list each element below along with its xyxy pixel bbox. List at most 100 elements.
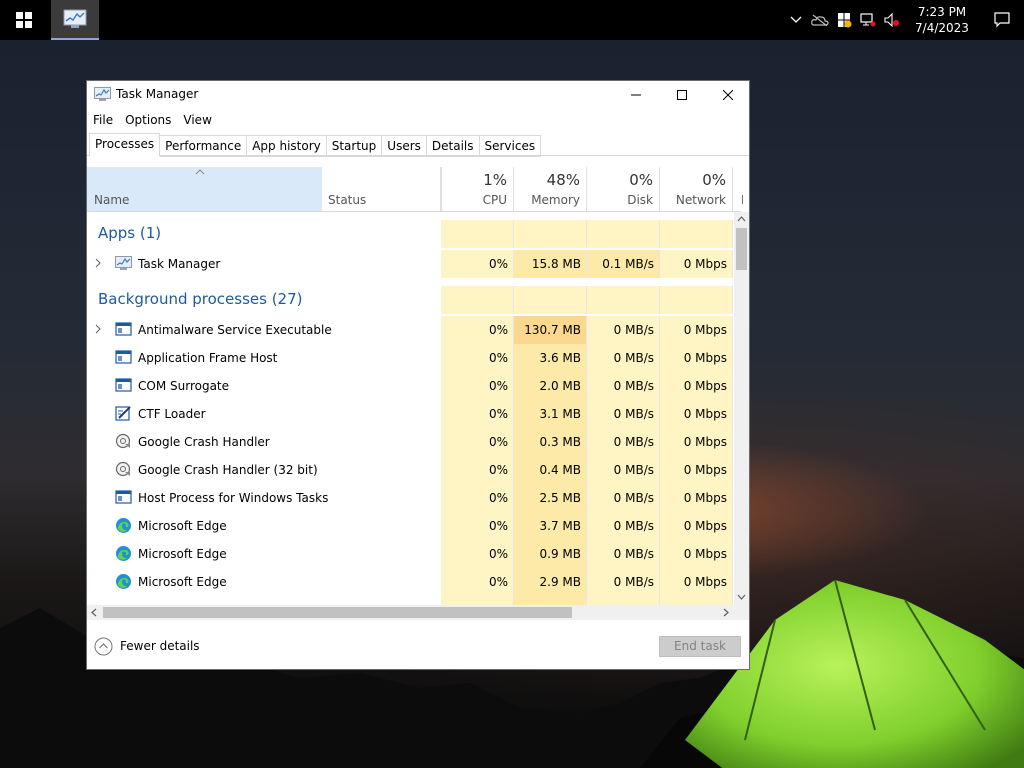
onedrive-icon[interactable] — [808, 0, 832, 40]
menu-options[interactable]: Options — [119, 109, 177, 131]
minimize-button[interactable] — [613, 81, 659, 109]
cpu-cell: 0% — [441, 316, 514, 344]
memory-cell — [514, 286, 587, 314]
process-list: Apps (1) Task Manager 0% 15.8 MB 0.1 MB/… — [87, 212, 734, 605]
menu-bar: File Options View — [87, 109, 218, 131]
process-row[interactable] — [87, 596, 734, 605]
cpu-value: 0% — [488, 519, 508, 533]
vertical-scroll-thumb[interactable] — [736, 228, 747, 270]
network-value: 0 Mbps — [683, 351, 727, 365]
memory-cell: 130.7 MB — [514, 316, 587, 344]
group-header-background[interactable]: Background processes (27) — [87, 286, 734, 314]
vertical-scrollbar[interactable] — [734, 212, 749, 605]
process-name: Microsoft Edge — [138, 547, 227, 561]
sort-ascending-icon — [195, 169, 205, 175]
column-header-name[interactable]: Name — [87, 167, 322, 211]
cpu-value: 0% — [488, 351, 508, 365]
network-icon[interactable] — [856, 0, 880, 40]
tab-performance[interactable]: Performance — [160, 135, 248, 157]
tab-processes[interactable]: Processes — [89, 133, 161, 157]
end-task-button[interactable]: End task — [659, 636, 741, 657]
tab-users[interactable]: Users — [382, 135, 427, 157]
process-row[interactable]: Antimalware Service Executable 0% 130.7 … — [87, 316, 734, 344]
volume-muted-icon[interactable] — [880, 0, 904, 40]
process-row[interactable]: CTF Loader 0% 3.1 MB 0 MB/s 0 Mbps — [87, 400, 734, 428]
process-row[interactable]: Microsoft Edge 0% 0.9 MB 0 MB/s 0 Mbps — [87, 540, 734, 568]
disk-value: 0 MB/s — [613, 463, 654, 477]
scroll-left-icon[interactable] — [91, 608, 97, 617]
show-hidden-icons-button[interactable] — [784, 0, 808, 40]
process-row[interactable]: Microsoft Edge 0% 3.7 MB 0 MB/s 0 Mbps — [87, 512, 734, 540]
menu-view[interactable]: View — [177, 109, 217, 131]
edge-icon — [116, 574, 131, 589]
process-row[interactable]: Host Process for Windows Tasks 0% 2.5 MB… — [87, 484, 734, 512]
network-value: 0 Mbps — [683, 491, 727, 505]
disk-value: 0.1 MB/s — [602, 257, 654, 271]
process-row[interactable]: Google Crash Handler (32 bit) 0% 0.4 MB … — [87, 456, 734, 484]
network-total-percent: 0% — [702, 171, 726, 189]
disk-cell: 0.1 MB/s — [587, 250, 660, 278]
column-header-cpu[interactable]: 1% CPU — [441, 167, 514, 211]
taskbar-task-manager[interactable] — [51, 0, 99, 40]
process-row[interactable]: Google Crash Handler 0% 0.3 MB 0 MB/s 0 … — [87, 428, 734, 456]
network-value: 0 Mbps — [683, 463, 727, 477]
tab-details[interactable]: Details — [426, 135, 480, 157]
fewer-details-chevron-icon[interactable] — [94, 637, 113, 656]
memory-value: 3.6 MB — [539, 351, 581, 365]
network-cell — [660, 220, 733, 248]
disk-cell: 0 MB/s — [587, 344, 660, 372]
column-header-network[interactable]: 0% Network — [660, 167, 733, 211]
clock[interactable]: 7:23 PM 7/4/2023 — [904, 4, 980, 36]
cpu-cell — [441, 596, 514, 605]
maximize-button[interactable] — [659, 81, 705, 109]
memory-cell: 0.3 MB — [514, 428, 587, 456]
disk-value: 0 MB/s — [613, 435, 654, 449]
menu-file[interactable]: File — [87, 109, 119, 131]
scroll-right-icon[interactable] — [723, 608, 729, 617]
memory-total-percent: 48% — [546, 171, 580, 189]
process-row[interactable]: Task Manager 0% 15.8 MB 0.1 MB/s 0 Mbps — [87, 250, 734, 278]
title-bar[interactable]: Task Manager — [87, 81, 749, 109]
group-title-background: Background processes (27) — [98, 290, 303, 308]
tab-app-history[interactable]: App history — [247, 135, 327, 157]
column-header-memory[interactable]: 48% Memory — [514, 167, 587, 211]
disk-cell: 0 MB/s — [587, 568, 660, 596]
expand-chevron-icon[interactable] — [95, 324, 101, 334]
cpu-cell — [441, 220, 514, 248]
start-button[interactable] — [0, 0, 48, 40]
disk-value: 0 MB/s — [613, 575, 654, 589]
chevron-up-icon — [790, 16, 802, 23]
column-label-name: Name — [94, 193, 130, 207]
scroll-up-icon[interactable] — [737, 216, 746, 222]
disk-total-percent: 0% — [629, 171, 653, 189]
memory-cell: 0.4 MB — [514, 456, 587, 484]
memory-value: 130.7 MB — [524, 323, 581, 337]
network-cell: 0 Mbps — [660, 344, 733, 372]
process-row[interactable]: Microsoft Edge 0% 2.9 MB 0 MB/s 0 Mbps — [87, 568, 734, 596]
clock-time: 7:23 PM — [917, 5, 967, 19]
disk-cell — [587, 596, 660, 605]
expand-chevron-icon[interactable] — [95, 258, 101, 268]
fewer-details-link[interactable]: Fewer details — [120, 639, 200, 653]
horizontal-scrollbar[interactable] — [87, 605, 734, 620]
group-header-apps[interactable]: Apps (1) — [87, 220, 734, 248]
disk-value: 0 MB/s — [613, 323, 654, 337]
cpu-value: 0% — [488, 435, 508, 449]
process-row[interactable]: Application Frame Host 0% 3.6 MB 0 MB/s … — [87, 344, 734, 372]
disk-value: 0 MB/s — [613, 351, 654, 365]
horizontal-scroll-thumb[interactable] — [103, 607, 572, 618]
tab-services[interactable]: Services — [479, 135, 542, 157]
column-header-status[interactable]: Status — [322, 167, 441, 211]
process-row[interactable]: COM Surrogate 0% 2.0 MB 0 MB/s 0 Mbps — [87, 372, 734, 400]
security-warning-icon[interactable] — [832, 0, 856, 40]
action-center-button[interactable] — [980, 0, 1024, 40]
scroll-down-icon[interactable] — [737, 594, 746, 600]
cpu-cell: 0% — [441, 456, 514, 484]
network-value: 0 Mbps — [683, 547, 727, 561]
tab-startup[interactable]: Startup — [326, 135, 383, 157]
column-header-disk[interactable]: 0% Disk — [587, 167, 660, 211]
windows-logo-icon — [16, 12, 32, 28]
process-name: COM Surrogate — [138, 379, 230, 393]
column-header-power[interactable]: P — [733, 167, 743, 211]
close-button[interactable] — [705, 81, 751, 109]
